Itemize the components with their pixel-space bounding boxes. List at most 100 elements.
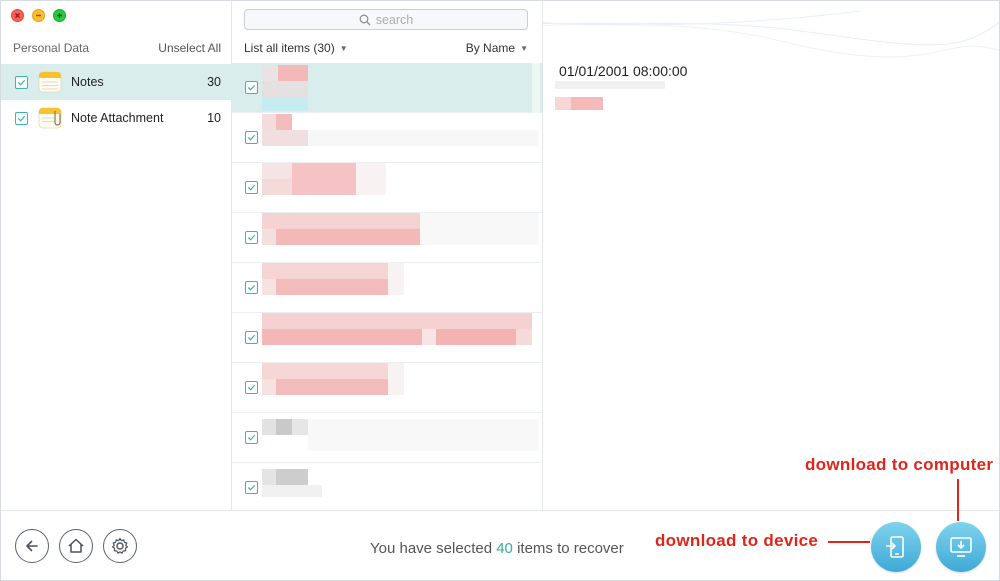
pixelated-text — [262, 419, 276, 435]
checkmark-icon — [247, 384, 256, 391]
selection-status: You have selected 40 items to recover — [370, 540, 624, 557]
pixelated-text — [262, 229, 276, 245]
list-item[interactable] — [232, 63, 542, 113]
maximize-window-button[interactable] — [53, 9, 66, 22]
list-item-checkbox[interactable] — [245, 481, 258, 494]
list-item-checkbox[interactable] — [245, 231, 258, 244]
category-sidebar: Personal Data Unselect All Notes 30 Note… — [1, 1, 232, 510]
checkmark-icon — [247, 334, 256, 341]
sidebar-header: Personal Data Unselect All — [13, 41, 221, 55]
pixelated-text — [262, 363, 388, 379]
home-icon — [68, 538, 84, 553]
pixelated-text — [356, 163, 386, 195]
checkmark-icon — [247, 134, 256, 141]
list-item[interactable] — [232, 163, 542, 213]
pixelated-text — [262, 329, 422, 345]
list-item-checkbox[interactable] — [245, 431, 258, 444]
status-prefix: You have selected — [370, 540, 497, 557]
pixelated-text — [276, 379, 388, 395]
pixelated-text — [292, 163, 356, 195]
annotation-arrow-computer — [957, 479, 959, 521]
minimize-window-button[interactable] — [32, 9, 45, 22]
sidebar-title: Personal Data — [13, 41, 90, 55]
pixelated-text — [292, 419, 308, 435]
download-to-computer-button[interactable] — [936, 522, 986, 572]
pixelated-text — [388, 263, 404, 295]
pixelated-text — [308, 130, 538, 146]
unselect-all-button[interactable]: Unselect All — [158, 41, 221, 55]
bottom-toolbar: You have selected 40 items to recover — [1, 510, 999, 580]
checkmark-icon — [17, 79, 26, 86]
list-item-checkbox[interactable] — [245, 381, 258, 394]
pixelated-text — [436, 329, 516, 345]
list-item[interactable] — [232, 313, 542, 363]
download-to-device-annotation: download to device — [655, 531, 819, 550]
item-list — [232, 63, 542, 510]
search-placeholder: search — [375, 12, 414, 27]
notes-checkbox[interactable] — [15, 75, 28, 89]
sort-dropdown[interactable]: By Name ▼ — [466, 41, 528, 55]
scroll-indicator — [532, 63, 540, 113]
sidebar-item-label: Notes — [71, 75, 104, 89]
list-item-checkbox[interactable] — [245, 331, 258, 344]
pixelated-text — [388, 363, 404, 395]
list-item[interactable] — [232, 263, 542, 313]
search-input[interactable]: search — [244, 9, 528, 30]
chevron-down-icon: ▼ — [520, 44, 528, 53]
pixelated-text — [276, 279, 388, 295]
pixelated-text — [262, 81, 308, 97]
status-suffix: items to recover — [512, 540, 624, 557]
pixelated-text — [262, 279, 276, 295]
sidebar-item-count: 10 — [207, 111, 221, 125]
list-item[interactable] — [232, 113, 542, 163]
back-button[interactable] — [15, 529, 49, 563]
pixelated-text — [262, 130, 308, 146]
sidebar-item-label: Note Attachment — [71, 111, 164, 125]
list-item[interactable] — [232, 213, 542, 263]
selected-count: 40 — [496, 540, 513, 557]
checkmark-icon — [247, 184, 256, 191]
checkmark-icon — [17, 115, 26, 122]
pixelated-text — [555, 97, 571, 110]
checkmark-icon — [247, 84, 256, 91]
home-button[interactable] — [59, 529, 93, 563]
note-attachment-checkbox[interactable] — [15, 111, 28, 125]
filter-label: List all items (30) — [244, 41, 335, 55]
list-item-checkbox[interactable] — [245, 131, 258, 144]
filter-dropdown[interactable]: List all items (30) ▼ — [244, 41, 348, 55]
checkmark-icon — [247, 284, 256, 291]
list-item[interactable] — [232, 463, 542, 510]
pixelated-text — [262, 263, 388, 279]
checkmark-icon — [247, 234, 256, 241]
pixelated-text — [516, 329, 532, 345]
pixelated-text — [262, 97, 308, 111]
download-to-device-button[interactable] — [871, 522, 921, 572]
close-window-button[interactable] — [11, 9, 24, 22]
pixelated-text — [276, 114, 292, 130]
note-date: 01/01/2001 08:00:00 — [559, 63, 688, 79]
pixelated-text — [308, 419, 538, 451]
note-attachment-icon — [38, 107, 62, 129]
list-item[interactable] — [232, 413, 542, 463]
pixelated-text — [278, 65, 308, 81]
computer-download-icon — [950, 537, 972, 557]
list-item-checkbox[interactable] — [245, 81, 258, 94]
sidebar-item-notes[interactable]: Notes 30 — [1, 64, 231, 100]
pixelated-text — [262, 65, 278, 81]
pixelated-text — [422, 329, 436, 345]
pixelated-text — [262, 313, 532, 329]
pixelated-text — [262, 163, 292, 179]
chevron-down-icon: ▼ — [339, 44, 348, 53]
sidebar-item-note-attachment[interactable]: Note Attachment 10 — [1, 100, 231, 136]
item-list-panel: search List all items (30) ▼ By Name ▼ — [232, 1, 543, 510]
search-icon — [359, 14, 371, 25]
pixelated-text — [262, 485, 322, 497]
list-item[interactable] — [232, 363, 542, 413]
pixelated-text — [262, 114, 276, 130]
annotation-arrow-device — [828, 541, 870, 543]
pixelated-text — [262, 213, 420, 229]
settings-button[interactable] — [103, 529, 137, 563]
notes-icon — [38, 71, 62, 93]
list-item-checkbox[interactable] — [245, 181, 258, 194]
list-item-checkbox[interactable] — [245, 281, 258, 294]
